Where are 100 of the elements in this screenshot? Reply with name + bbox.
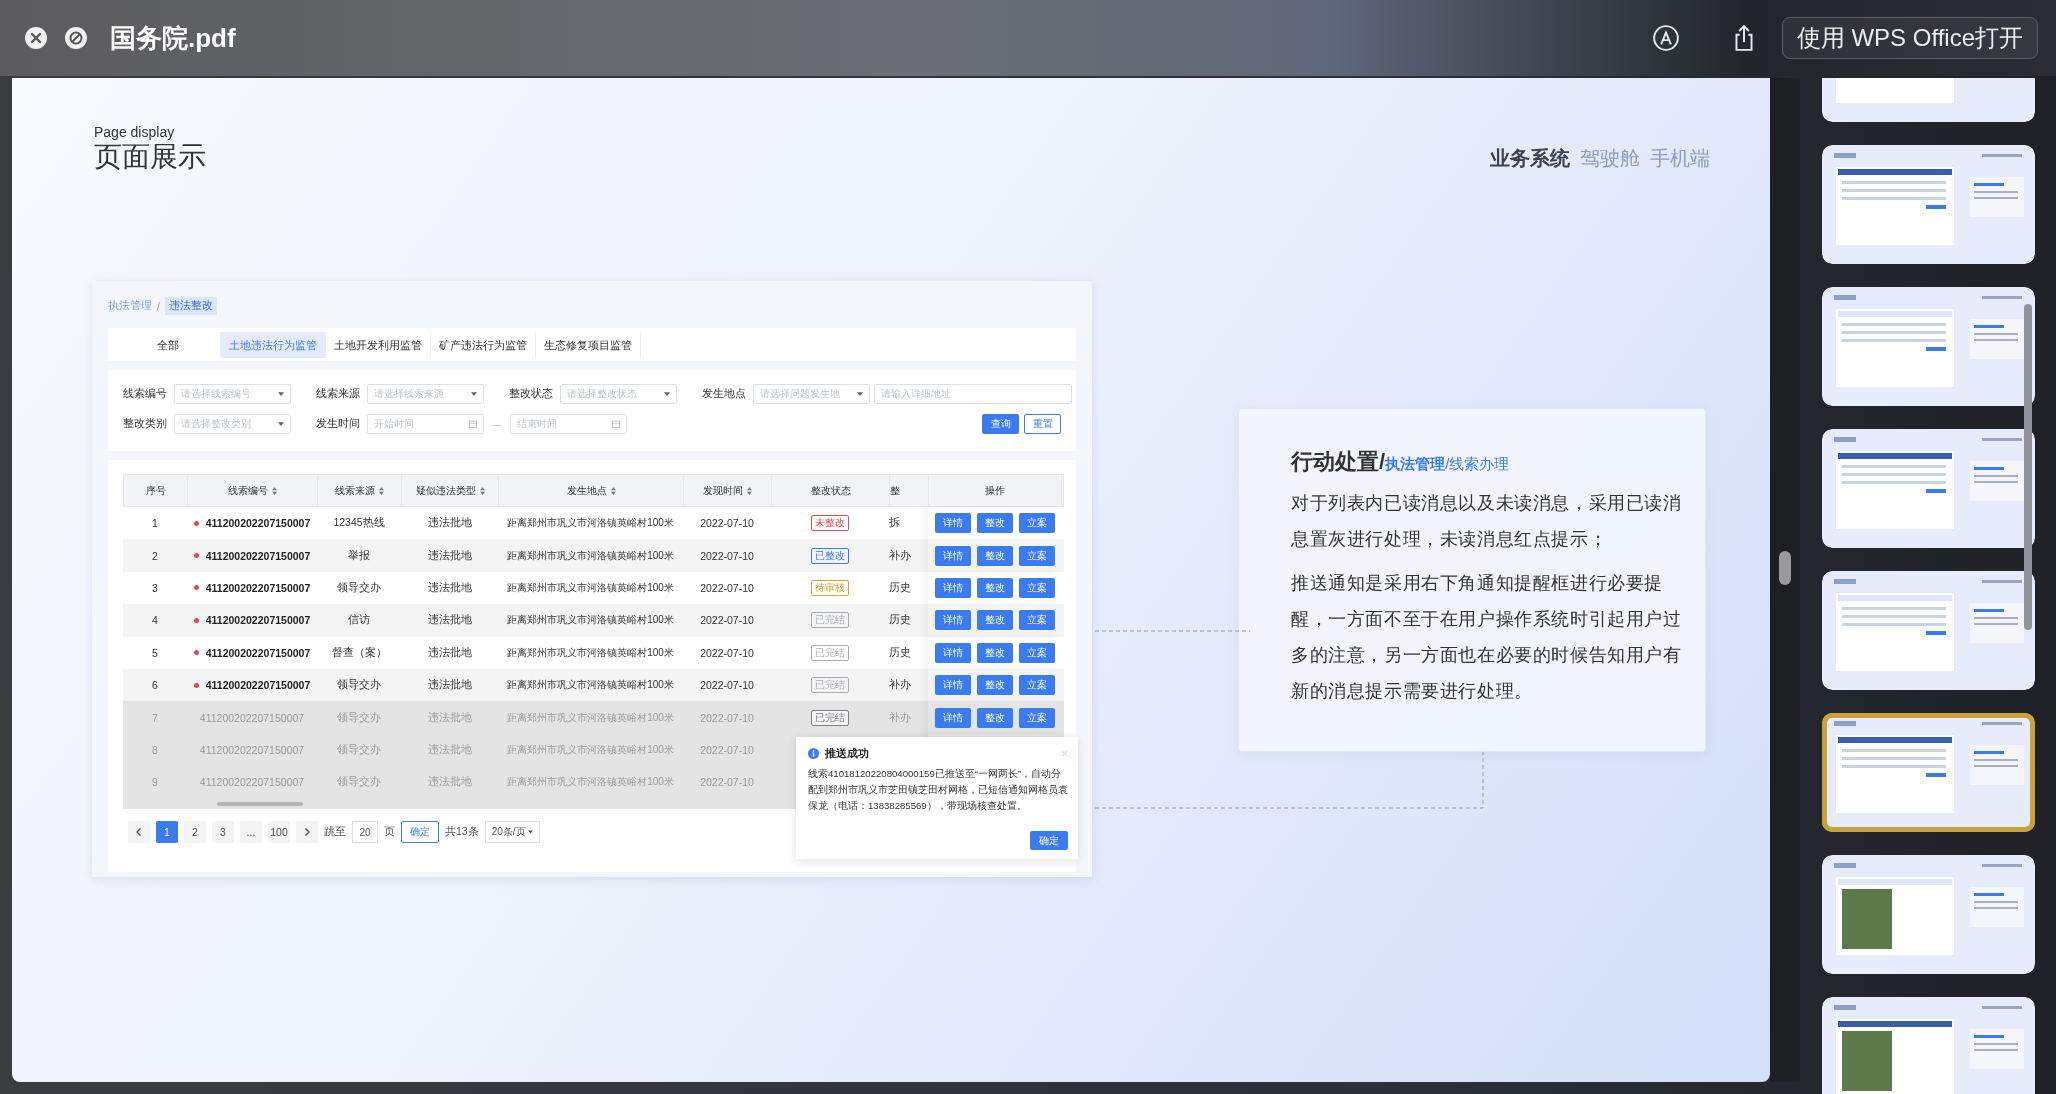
table-row[interactable]: 7 411200202207150007 领导交办 违法批地 距离郑州市巩义市河洛镇英峪村100米 2022-07-10 已完结 补办 详情 整改 立案 (123, 701, 1064, 734)
action-button[interactable]: 详情 (934, 707, 971, 728)
column-header[interactable]: 线索来源 (318, 475, 402, 506)
column-header[interactable]: 操作 (929, 475, 1062, 506)
unread-dot-icon (193, 650, 199, 656)
table-row[interactable]: 4 411200202207150007 信访 违法批地 距离郑州市巩义市河洛镇英峪村100米 2022-07-10 已完结 历史 详情 整改 立案 (123, 604, 1064, 637)
page-unit: 页 (384, 824, 395, 839)
action-button[interactable]: 详情 (934, 675, 971, 696)
page-button[interactable]: 100 (268, 820, 290, 843)
unread-dot-icon (193, 617, 199, 623)
column-header[interactable]: 线索编号 (188, 475, 318, 506)
table-cell-text: 距离郑州市巩义市河洛镇英峪村100米 (506, 710, 675, 725)
action-button[interactable]: 立案 (1018, 610, 1055, 631)
status-tag: 已完结 (811, 612, 849, 629)
table-cell-text: 2022-07-10 (699, 516, 755, 532)
action-button[interactable]: 详情 (934, 577, 971, 598)
slide-thumbnail[interactable] (1822, 855, 2035, 974)
open-with-button[interactable]: 使用 WPS Office打开 (1781, 17, 2038, 59)
confirm-button[interactable]: 确定 (401, 820, 439, 843)
slash-circle-icon[interactable] (64, 26, 88, 50)
table-cell-text: 领导交办 (336, 774, 382, 790)
slide-thumbnail[interactable] (1822, 713, 2035, 832)
table-cell-text: 距离郑州市巩义市河洛镇英峪村100米 (506, 775, 675, 790)
scrollbar[interactable] (2024, 304, 2032, 630)
action-button[interactable]: 立案 (1018, 675, 1055, 696)
column-header[interactable]: 整改状态 (772, 475, 890, 506)
reset-button[interactable]: 重置 (1024, 414, 1061, 434)
slide-thumbnail[interactable] (1822, 997, 2035, 1094)
slide-tab[interactable]: 驾驶舱 (1580, 145, 1640, 172)
query-button[interactable]: 查询 (982, 414, 1019, 434)
page-size-select[interactable]: 20条/页 (484, 820, 540, 843)
tab[interactable]: 矿产违法行为监管 (431, 331, 536, 358)
info-icon (808, 748, 819, 759)
table-cell-text: 2022-07-10 (699, 580, 755, 596)
slide-tab[interactable]: 手机端 (1650, 145, 1710, 172)
table-row[interactable]: 1 411200202207150007 12345热线 违法批地 距离郑州市巩义市河洛镇英峪村100米 2022-07-10 未整改 拆 详情 整改 立案 (123, 507, 1064, 540)
breadcrumb-link[interactable]: 违法整改 (164, 297, 217, 315)
column-header[interactable]: 疑似违法类型 (402, 475, 499, 506)
page-button[interactable]: 1 (156, 820, 178, 843)
action-button[interactable]: 立案 (1018, 577, 1055, 598)
table-cell-text: 3 (151, 580, 159, 596)
column-header[interactable]: 发现时间 (684, 475, 772, 506)
status-tag: 已完结 (811, 644, 849, 661)
slide-thumbnail[interactable] (1822, 429, 2035, 548)
status-tag: 已完结 (811, 709, 849, 726)
action-button[interactable]: 整改 (976, 675, 1013, 696)
scrollbar[interactable] (217, 801, 303, 806)
filter-label: 发生时间 (316, 417, 361, 431)
tab[interactable]: 生态修复项目监管 (536, 331, 641, 358)
action-button[interactable]: 详情 (934, 610, 971, 631)
scrollbar[interactable] (1779, 551, 1791, 585)
table-cell-text: 举报 (347, 547, 371, 563)
slide-thumbnail[interactable] (1822, 145, 2035, 264)
page-button[interactable]: 2 (184, 820, 206, 843)
action-button[interactable]: 整改 (976, 610, 1013, 631)
status-tag: 待审核 (811, 579, 849, 596)
status-tag: 已完结 (811, 677, 849, 694)
table-cell-text: 2022-07-10 (699, 775, 755, 791)
action-button[interactable]: 立案 (1018, 707, 1055, 728)
action-button[interactable]: 立案 (1018, 642, 1055, 663)
table-cell: 历史 (889, 645, 911, 660)
action-button[interactable]: 整改 (976, 513, 1013, 534)
action-button[interactable]: 详情 (934, 513, 971, 534)
sort-icon (379, 486, 384, 495)
slide-tab[interactable]: 业务系统 (1490, 145, 1570, 172)
table-row[interactable]: 5 411200202207150007 督查（案） 违法批地 距离郑州市巩义市河洛镇英峪村100米 2022-07-10 已完结 历史 详情 整改 立案 (123, 636, 1064, 669)
table-cell-text: 违法批地 (426, 612, 473, 628)
action-button[interactable]: 立案 (1018, 545, 1055, 566)
table-cell-text: 距离郑州市巩义市河洛镇英峪村100米 (506, 580, 675, 595)
action-button[interactable]: 详情 (934, 545, 971, 566)
page-button[interactable]: ... (240, 820, 262, 843)
status-tag: 未整改 (811, 515, 849, 532)
breadcrumb-link[interactable]: 执法管理 (108, 299, 152, 313)
column-header[interactable]: 发生地点 (499, 475, 684, 506)
slide-thumbnail[interactable] (1822, 571, 2035, 690)
slide-thumbnail[interactable] (1822, 287, 2035, 406)
action-button[interactable]: 详情 (934, 642, 971, 663)
jump-label: 跳至 (324, 824, 346, 839)
action-button[interactable]: 整改 (976, 642, 1013, 663)
unread-dot-icon (193, 553, 199, 559)
table-row[interactable]: 3 411200202207150007 领导交办 违法批地 距离郑州市巩义市河洛镇英峪村100米 2022-07-10 待审核 历史 详情 整改 立案 (123, 571, 1064, 605)
action-button[interactable]: 立案 (1018, 513, 1055, 534)
page-input[interactable]: 20 (352, 820, 378, 843)
table-cell-text: 违法批地 (426, 515, 473, 531)
tab[interactable]: 土地开发利用监管 (326, 331, 431, 358)
action-button[interactable]: 整改 (976, 707, 1013, 728)
table-cell-text: 距离郑州市巩义市河洛镇英峪村100米 (506, 516, 675, 531)
table-cell-text: 4 (151, 613, 159, 629)
sort-icon (479, 486, 485, 495)
table-row[interactable]: 6 411200202207150007 领导交办 违法批地 距离郑州市巩义市河洛镇英峪村100米 2022-07-10 已完结 补办 详情 整改 立案 (123, 668, 1064, 702)
column-header[interactable]: 整 (890, 475, 929, 506)
page-button[interactable]: 3 (212, 820, 234, 843)
confirm-button[interactable]: 确定 (1030, 831, 1068, 850)
action-button[interactable]: 整改 (976, 577, 1013, 598)
action-button[interactable]: 整改 (976, 545, 1013, 566)
tab[interactable]: 土地违法行为监管 (221, 331, 326, 358)
close-icon[interactable] (24, 26, 48, 50)
table-row[interactable]: 2 411200202207150007 举报 违法批地 距离郑州市巩义市河洛镇英峪村100米 2022-07-10 已整改 补办 详情 整改 立案 (123, 539, 1064, 572)
column-header[interactable]: 序号 (124, 475, 188, 506)
pen-circle-icon[interactable] (1651, 24, 1680, 52)
